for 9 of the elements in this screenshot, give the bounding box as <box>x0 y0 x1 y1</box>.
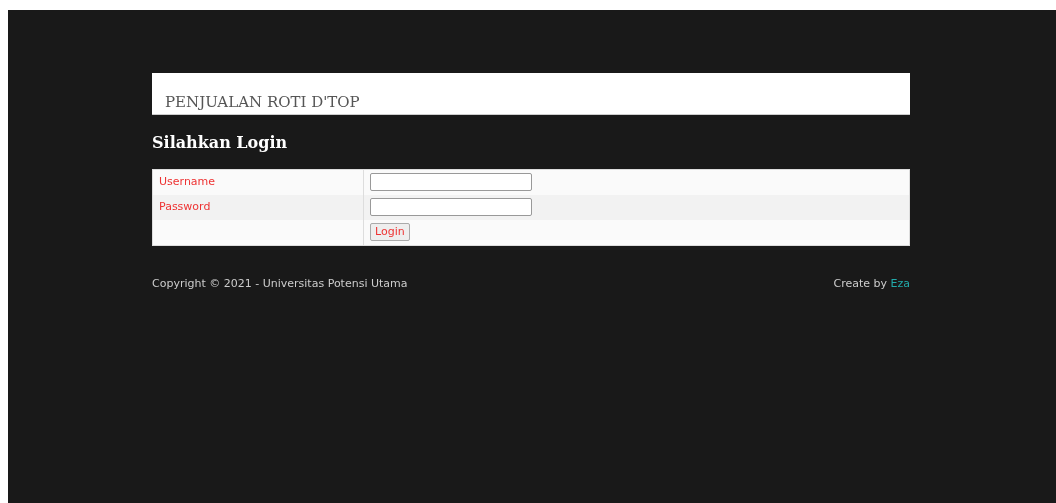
username-field[interactable] <box>370 173 532 191</box>
login-button[interactable]: Login <box>370 223 410 241</box>
credit-text: Create by Eza <box>833 276 910 292</box>
password-field[interactable] <box>370 198 532 216</box>
field-label: Password <box>153 195 364 220</box>
author-link[interactable]: Eza <box>890 277 910 290</box>
copyright-text: Copyright © 2021 - Universitas Potensi Utama <box>152 276 408 292</box>
site-title: PENJUALAN ROTI D'TOP <box>165 91 360 113</box>
login-heading: Silahkan Login <box>152 132 289 154</box>
